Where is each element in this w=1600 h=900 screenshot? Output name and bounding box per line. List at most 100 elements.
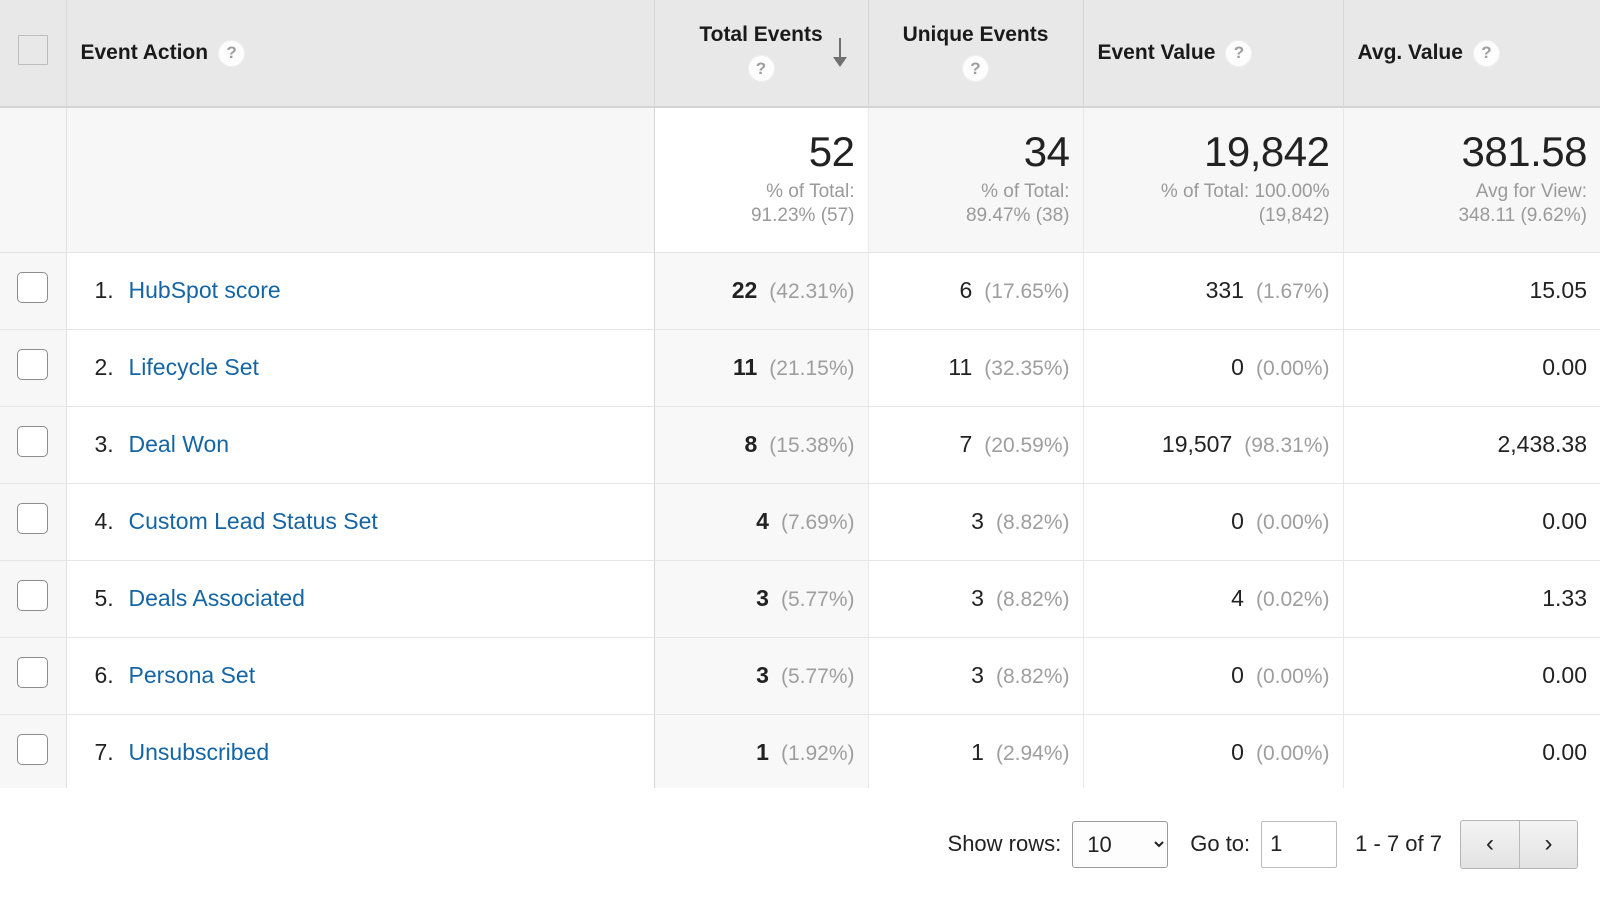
row-index: 2. bbox=[94, 354, 114, 380]
row-unique-events-cell: 11 (32.35%) bbox=[868, 329, 1084, 407]
summary-event-value-value: 19,842 bbox=[1204, 127, 1330, 175]
summary-total-events-value: 52 bbox=[808, 127, 855, 175]
row-event-value-value: 0 bbox=[1231, 662, 1244, 688]
pagination-buttons: ‹ › bbox=[1460, 819, 1578, 869]
row-avg-value-value: 0.00 bbox=[1542, 739, 1587, 765]
previous-page-button[interactable]: ‹ bbox=[1461, 820, 1519, 868]
row-total-events-cell: 11 (21.15%) bbox=[654, 329, 869, 407]
summary-row: 52 % of Total: 91.23% (57) 34 % of Total… bbox=[0, 107, 1600, 253]
row-unique-events-cell: 1 (2.94%) bbox=[868, 714, 1084, 792]
row-select-cell[interactable] bbox=[0, 483, 67, 561]
column-header-total-events-label: Total Events bbox=[699, 22, 823, 46]
help-icon-event-action[interactable]: ? bbox=[218, 39, 246, 67]
row-checkbox[interactable] bbox=[17, 657, 49, 688]
row-avg-value-cell: 0.00 bbox=[1343, 637, 1600, 715]
row-index: 3. bbox=[94, 431, 114, 457]
row-checkbox[interactable] bbox=[17, 503, 49, 534]
event-action-link[interactable]: HubSpot score bbox=[129, 277, 281, 304]
event-action-link[interactable]: Lifecycle Set bbox=[129, 354, 259, 381]
row-total-events-value: 22 bbox=[731, 277, 758, 303]
table-row: 4. Custom Lead Status Set 4 (7.69%) 3 (8… bbox=[0, 483, 1600, 561]
row-unique-events-cell: 3 (8.82%) bbox=[868, 637, 1084, 715]
row-dimension-cell: 2. Lifecycle Set bbox=[66, 329, 655, 407]
row-select-cell[interactable] bbox=[0, 714, 67, 792]
row-total-events-pct: (1.92%) bbox=[780, 742, 855, 765]
summary-checkbox-cell bbox=[0, 107, 67, 253]
row-event-value-pct: (1.67%) bbox=[1255, 280, 1330, 303]
pagination-bar: Show rows: 10 25 50 100 250 500 1000 500… bbox=[0, 788, 1600, 900]
row-select-cell[interactable] bbox=[0, 252, 67, 330]
row-total-events-cell: 4 (7.69%) bbox=[654, 483, 869, 561]
row-index: 7. bbox=[94, 739, 114, 765]
row-checkbox[interactable] bbox=[17, 734, 49, 765]
table-row: 5. Deals Associated 3 (5.77%) 3 (8.82%) bbox=[0, 560, 1600, 638]
row-unique-events-pct: (17.65%) bbox=[984, 280, 1070, 303]
events-table-panel: Event Action ? Total Events ? Unique Eve… bbox=[0, 0, 1600, 900]
row-checkbox[interactable] bbox=[17, 426, 49, 457]
help-icon-event-value[interactable]: ? bbox=[1225, 39, 1253, 67]
go-to-label: Go to: bbox=[1190, 831, 1251, 856]
row-checkbox[interactable] bbox=[17, 349, 49, 380]
row-avg-value-cell: 2,438.38 bbox=[1343, 406, 1600, 484]
row-select-cell[interactable] bbox=[0, 560, 67, 638]
row-unique-events-value: 3 bbox=[971, 662, 984, 688]
row-total-events-cell: 22 (42.31%) bbox=[654, 252, 869, 330]
column-header-avg-value[interactable]: Avg. Value ? bbox=[1343, 0, 1600, 108]
table-header: Event Action ? Total Events ? Unique Eve… bbox=[0, 0, 1600, 108]
select-all-checkbox[interactable] bbox=[17, 35, 48, 65]
row-index: 4. bbox=[94, 508, 114, 534]
row-select-cell[interactable] bbox=[0, 406, 67, 484]
sort-descending-arrow-icon[interactable] bbox=[828, 36, 852, 70]
row-total-events-pct: (42.31%) bbox=[769, 280, 855, 303]
row-avg-value-cell: 1.33 bbox=[1343, 560, 1600, 638]
row-total-events-value: 1 bbox=[756, 739, 769, 765]
row-event-value-value: 4 bbox=[1231, 585, 1244, 611]
row-total-events-cell: 1 (1.92%) bbox=[654, 714, 869, 792]
row-avg-value-cell: 0.00 bbox=[1343, 329, 1600, 407]
row-select-cell[interactable] bbox=[0, 637, 67, 715]
row-unique-events-cell: 7 (20.59%) bbox=[868, 406, 1084, 484]
column-header-event-action[interactable]: Event Action ? bbox=[66, 0, 655, 108]
next-page-button[interactable]: › bbox=[1519, 820, 1577, 868]
column-header-total-events[interactable]: Total Events ? bbox=[654, 0, 869, 108]
rows-per-page-select[interactable]: 10 25 50 100 250 500 1000 5000 bbox=[1072, 820, 1169, 868]
row-event-value-value: 0 bbox=[1231, 354, 1244, 380]
row-total-events-cell: 3 (5.77%) bbox=[654, 637, 869, 715]
row-index: 5. bbox=[94, 585, 114, 611]
event-action-link[interactable]: Deal Won bbox=[129, 431, 230, 458]
select-all-header-cell[interactable] bbox=[0, 0, 67, 108]
help-icon-unique-events[interactable]: ? bbox=[962, 55, 989, 83]
summary-unique-events-sub2: 89.47% (38) bbox=[965, 205, 1070, 227]
row-unique-events-value: 6 bbox=[959, 277, 973, 303]
row-unique-events-pct: (2.94%) bbox=[995, 742, 1070, 765]
help-icon-total-events[interactable]: ? bbox=[747, 55, 775, 83]
event-action-link[interactable]: Custom Lead Status Set bbox=[129, 508, 378, 535]
row-total-events-pct: (5.77%) bbox=[780, 588, 855, 611]
row-checkbox[interactable] bbox=[17, 580, 49, 611]
row-select-cell[interactable] bbox=[0, 329, 67, 407]
row-unique-events-value: 11 bbox=[948, 354, 973, 380]
event-action-link[interactable]: Persona Set bbox=[129, 662, 256, 689]
go-to-page-input[interactable] bbox=[1261, 820, 1338, 868]
summary-total-events-sub2: 91.23% (57) bbox=[750, 205, 855, 227]
event-action-link[interactable]: Unsubscribed bbox=[129, 739, 270, 766]
summary-event-value-cell: 19,842 % of Total: 100.00% (19,842) bbox=[1083, 107, 1344, 253]
row-unique-events-pct: (8.82%) bbox=[995, 665, 1070, 688]
pagination-range-text: 1 - 7 of 7 bbox=[1355, 831, 1442, 856]
row-total-events-pct: (5.77%) bbox=[780, 665, 855, 688]
event-action-link[interactable]: Deals Associated bbox=[129, 585, 305, 612]
row-checkbox[interactable] bbox=[17, 272, 49, 303]
row-avg-value-cell: 15.05 bbox=[1343, 252, 1600, 330]
column-header-avg-value-label: Avg. Value bbox=[1357, 41, 1463, 64]
row-event-value-cell: 0 (0.00%) bbox=[1083, 714, 1344, 792]
row-event-value-cell: 331 (1.67%) bbox=[1083, 252, 1344, 330]
column-header-event-value[interactable]: Event Value ? bbox=[1083, 0, 1344, 108]
help-icon-avg-value[interactable]: ? bbox=[1472, 39, 1500, 67]
summary-avg-value-sub1: Avg for View: bbox=[1475, 180, 1587, 202]
events-data-table: Event Action ? Total Events ? Unique Eve… bbox=[0, 0, 1600, 792]
row-event-value-cell: 4 (0.02%) bbox=[1083, 560, 1344, 638]
row-event-value-pct: (98.31%) bbox=[1244, 434, 1330, 457]
row-unique-events-pct: (20.59%) bbox=[984, 434, 1070, 457]
row-dimension-cell: 3. Deal Won bbox=[66, 406, 655, 484]
column-header-unique-events[interactable]: Unique Events ? bbox=[868, 0, 1084, 108]
